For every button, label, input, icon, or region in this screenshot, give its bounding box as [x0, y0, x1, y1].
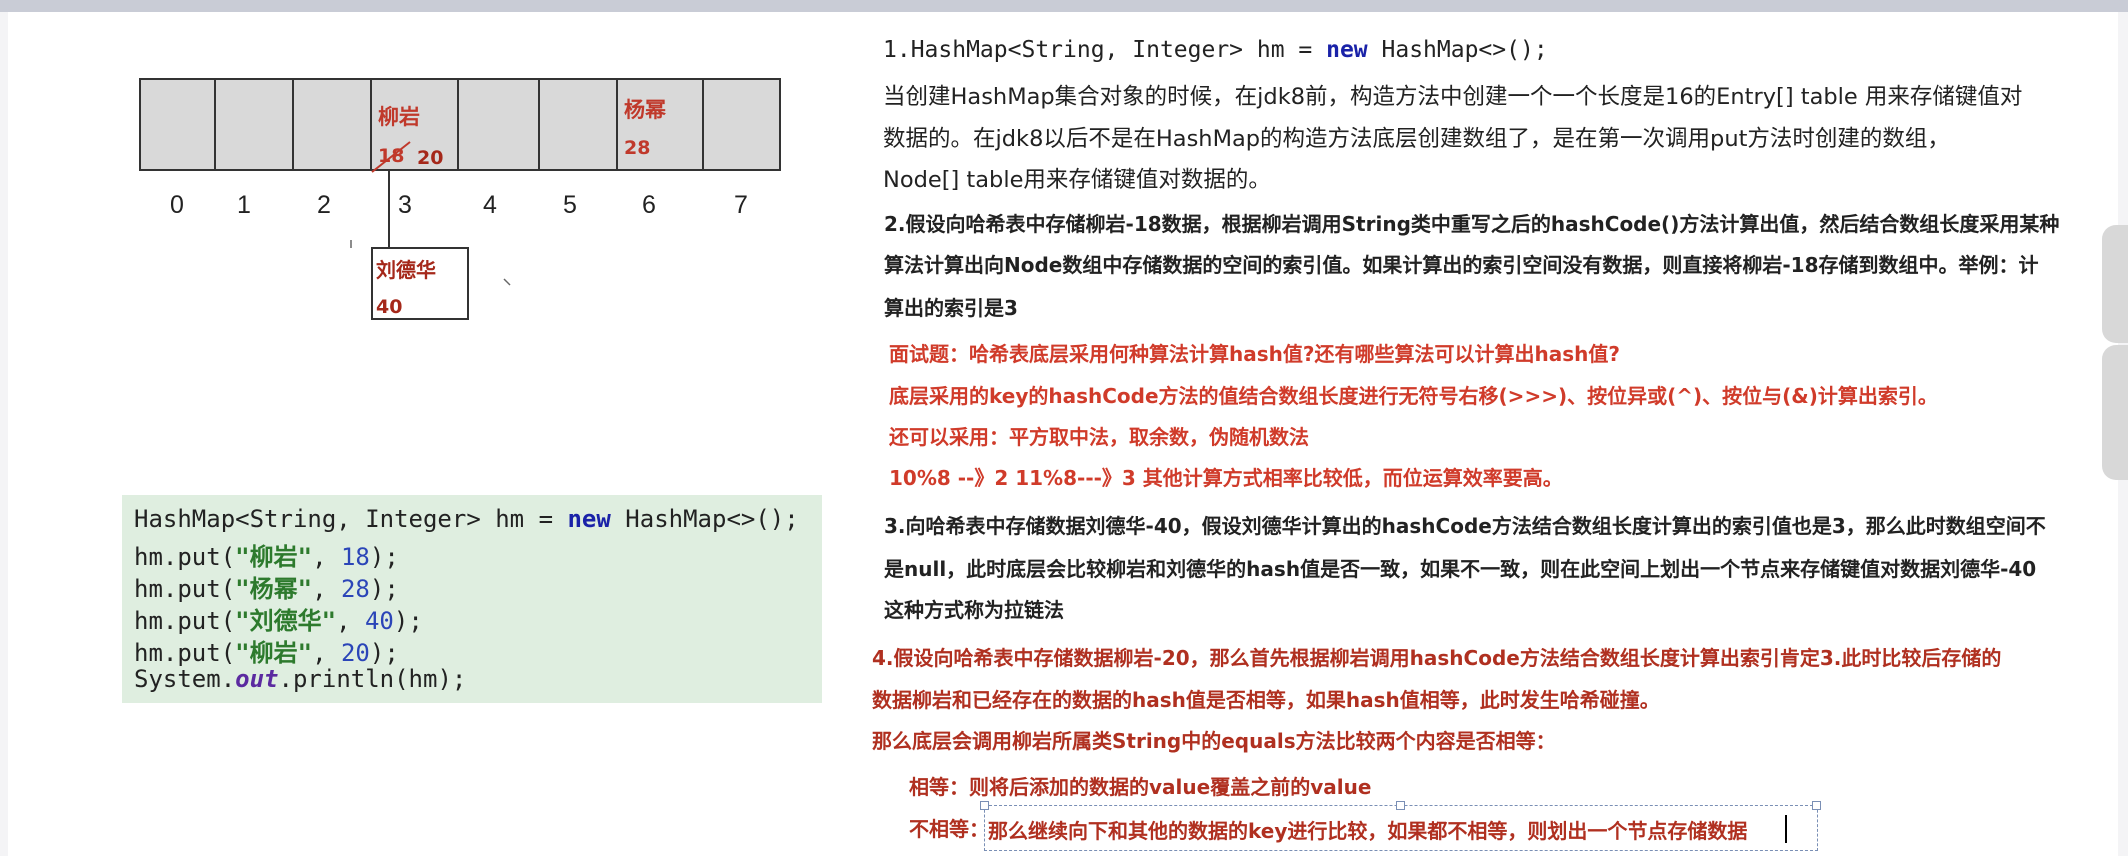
note-text: 数据的。在jdk8以后不是在HashMap的构造方法底层创建数组了，是在第一次调…	[883, 126, 1950, 152]
linked-node-key: 刘德华	[376, 258, 436, 282]
index-label: 4	[483, 191, 497, 219]
note-text: Node[] table用来存储键值对数据的。	[883, 167, 1271, 193]
index-marker-line	[388, 170, 390, 184]
index-label: 1	[237, 191, 251, 219]
code-line: System.out.println(hm);	[134, 665, 467, 693]
interview-answer: 10%8 --》2 11%8---》3 其他计算方式相率比较低，而位运算效率要高…	[889, 466, 1563, 490]
note-text: 算法计算出向Node数组中存储数据的空间的索引值。如果计算出的索引空间没有数据，…	[884, 253, 2039, 277]
not-equal-label: 不相等：	[909, 817, 989, 841]
stray-mark	[503, 278, 511, 286]
note-text: 这种方式称为拉链法	[884, 598, 1064, 622]
equal-case: 相等：则将后添加的数据的value覆盖之前的value	[909, 775, 1372, 799]
index-label: 0	[170, 191, 184, 219]
strike-through-mark	[371, 141, 411, 173]
pointer-tick	[350, 240, 352, 248]
note-text: 3.向哈希表中存储数据刘德华-40，假设刘德华计算出的hashCode方法结合数…	[884, 514, 2046, 538]
index-label: 7	[734, 191, 748, 219]
resize-handle[interactable]	[1396, 801, 1405, 810]
note-code-line: 1.HashMap<String, Integer> hm = new Hash…	[883, 37, 1548, 63]
side-panel-tab[interactable]	[2102, 225, 2128, 343]
cell-divider	[702, 80, 704, 169]
note-text: 是null，此时底层会比较柳岩和刘德华的hash值是否一致，如果不一致，则在此空…	[884, 557, 2037, 581]
interview-answer: 底层采用的key的hashCode方法的值结合数组长度进行无符号右移(>>>)、…	[889, 384, 1938, 408]
text-cursor	[1785, 815, 1787, 843]
index-label: 6	[642, 191, 656, 219]
note-text: 数据柳岩和已经存在的数据的hash值是否相等，如果hash值相等，此时发生哈希碰…	[872, 688, 1660, 712]
index-label: 5	[563, 191, 577, 219]
cell-divider	[292, 80, 294, 169]
index-label: 2	[317, 191, 331, 219]
side-panel-tab[interactable]	[2102, 345, 2128, 480]
cell-divider	[538, 80, 540, 169]
resize-handle[interactable]	[1812, 801, 1821, 810]
note-text: 那么底层会调用柳岩所属类String中的equals方法比较两个内容是否相等：	[872, 729, 1556, 753]
interview-answer: 还可以采用：平方取中法，取余数，伪随机数法	[889, 425, 1309, 449]
not-equal-text[interactable]: 那么继续向下和其他的数据的key进行比较，如果都不相等，则划出一个节点存储数据	[988, 815, 1747, 844]
cell-divider	[616, 80, 618, 169]
slot3-new-value: 20	[417, 147, 444, 169]
resize-handle[interactable]	[980, 801, 989, 810]
interview-question: 面试题：哈希表底层采用何种算法计算hash值?还有哪些算法可以计算出hash值?	[889, 342, 1620, 366]
code-line: HashMap<String, Integer> hm = new HashMa…	[134, 505, 799, 533]
slot6-key: 杨幂	[624, 98, 666, 122]
note-text: 算出的索引是3	[884, 296, 1018, 320]
slot3-key: 柳岩	[378, 105, 420, 129]
note-text: 当创建HashMap集合对象的时候，在jdk8前，构造方法中创建一个一个长度是1…	[883, 84, 2023, 110]
code-block: HashMap<String, Integer> hm = new HashMa…	[122, 495, 822, 703]
code-line: hm.put("柳岩", 18);	[134, 543, 399, 571]
code-line: hm.put("柳岩", 20);	[134, 639, 399, 667]
note-text: 2.假设向哈希表中存储柳岩-18数据，根据柳岩调用String类中重写之后的ha…	[884, 212, 2060, 236]
code-line: hm.put("杨幂", 28);	[134, 575, 399, 603]
cell-divider	[214, 80, 216, 169]
linked-node-value: 40	[376, 296, 403, 318]
note-text: 4.假设向哈希表中存储数据柳岩-20，那么首先根据柳岩调用hashCode方法结…	[872, 646, 2002, 670]
index-label: 3	[398, 191, 412, 219]
slot6-value: 28	[624, 137, 651, 159]
cell-divider	[457, 80, 459, 169]
hash-table-array	[139, 78, 781, 171]
window-top-bar	[0, 0, 2128, 12]
code-line: hm.put("刘德华", 40);	[134, 607, 423, 635]
